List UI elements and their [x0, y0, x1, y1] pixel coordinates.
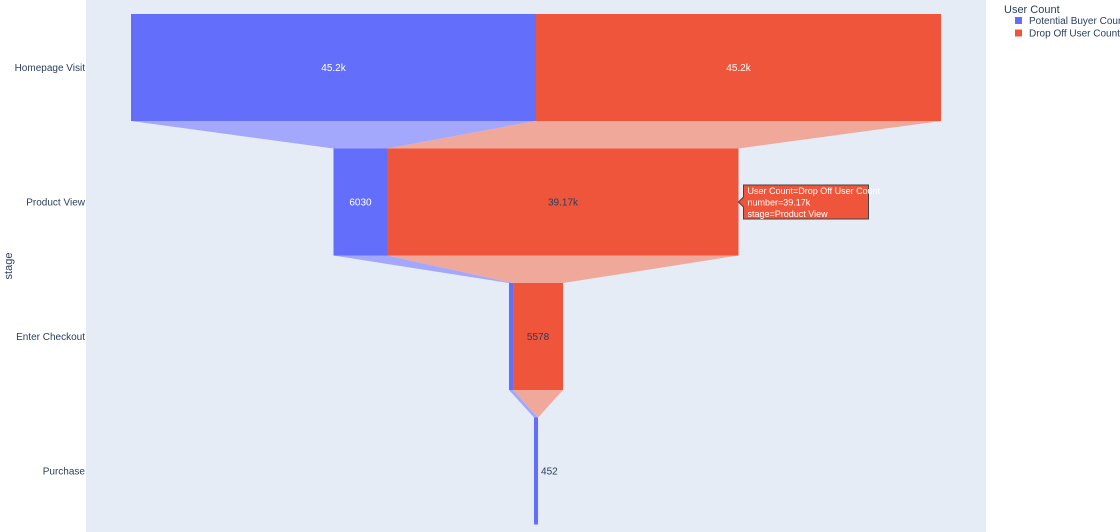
hover-line: User Count=Drop Off User Count	[748, 186, 881, 196]
legend: User Count Potential Buyer Count Drop Off…	[1004, 4, 1120, 40]
bar-label-potential-buyer: 6030	[349, 198, 372, 209]
bar-potential-buyer	[533, 417, 539, 525]
legend-title: User Count	[1004, 4, 1060, 16]
bar-label-drop-off: 39.17k	[548, 198, 579, 209]
y-tick-label: Product View	[26, 198, 86, 209]
y-axis-ticks: Homepage Visit Product View Enter Checkout…	[15, 63, 86, 478]
legend-swatch	[1015, 29, 1022, 37]
bar-potential-buyer	[508, 283, 514, 390]
y-tick-label: Homepage Visit	[15, 63, 86, 74]
bar-label-drop-off: 45.2k	[726, 63, 751, 74]
legend-swatch	[1015, 17, 1022, 24]
hover-tooltip: User Count=Drop Off User Count number=39.…	[737, 184, 881, 220]
hover-line: number=39.17k	[748, 198, 811, 208]
hover-line: stage=Product View	[748, 209, 829, 219]
bar-label-drop-off: 5578	[527, 332, 550, 343]
y-axis-title: stage	[3, 253, 15, 280]
bar-label-potential-buyer: 45.2k	[321, 63, 346, 74]
legend-item-label: Potential Buyer Count	[1029, 16, 1120, 27]
y-tick-label: Enter Checkout	[16, 332, 85, 343]
funnel-chart: 45.2k 45.2k 6030 39.17k 5578 452 Homepage Vis…	[3, 0, 1120, 532]
legend-item-label: Drop Off User Count	[1029, 29, 1120, 40]
bar-label-potential-buyer: 452	[541, 467, 558, 478]
y-tick-label: Purchase	[43, 467, 86, 478]
